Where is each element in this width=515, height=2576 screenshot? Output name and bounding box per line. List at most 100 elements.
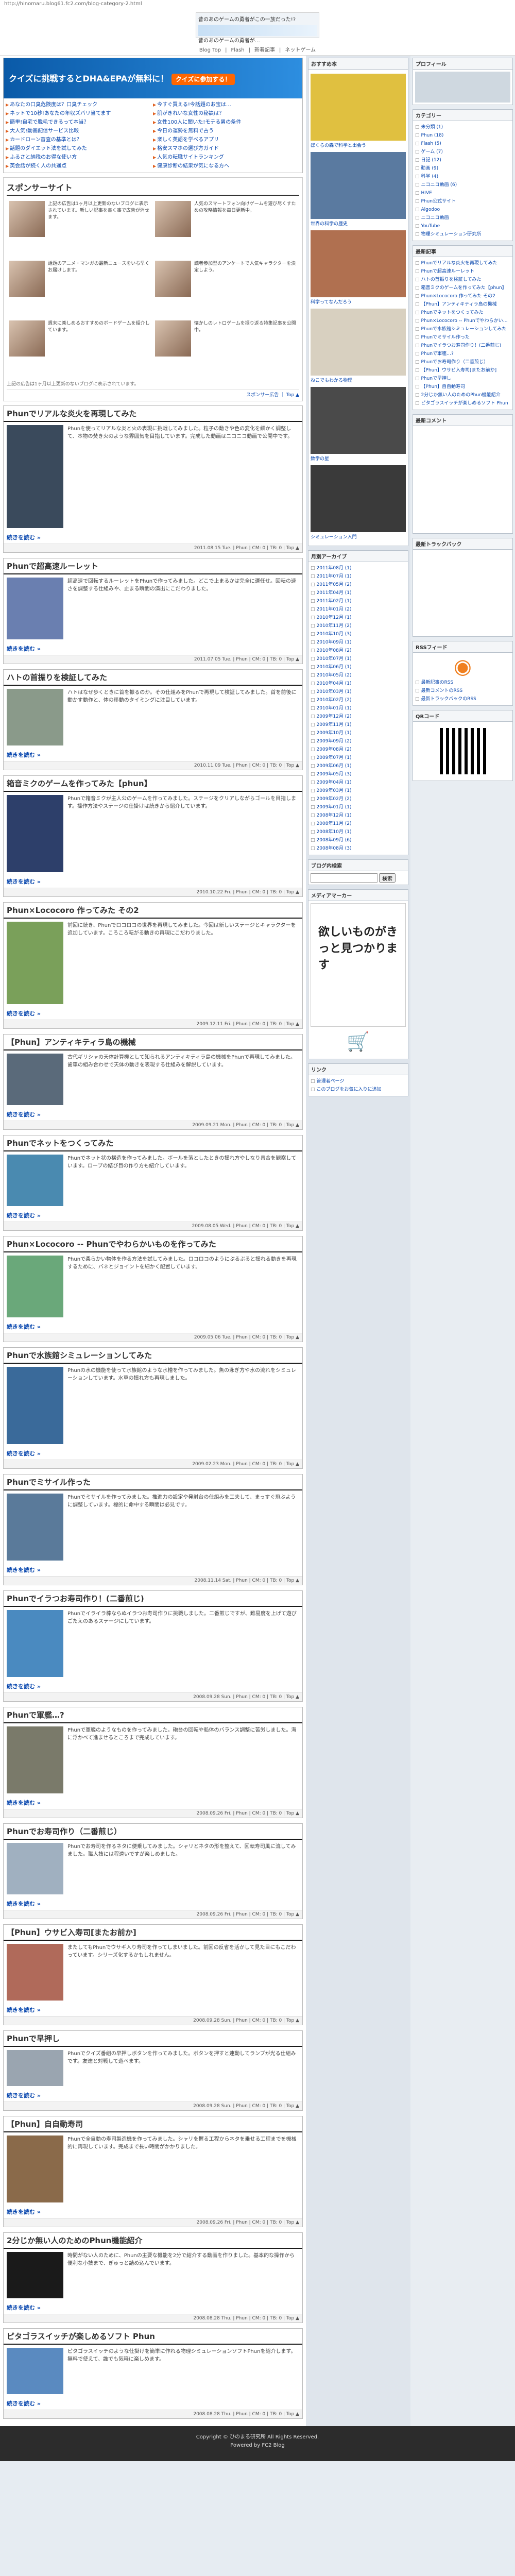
category-item[interactable]: Phun (18) [415,131,510,140]
header-banner[interactable]: 昔のあのゲームの勇者がこの一族だった!? 昔のあのゲームの勇者が… [196,12,319,44]
side-link[interactable]: YouTube [415,222,510,230]
book-cover[interactable] [311,309,406,376]
book-title[interactable]: シミュレーション入門 [311,534,406,540]
side-link[interactable]: Algodoo [415,206,510,214]
archive-item[interactable]: 2011年04月 (1) [311,589,406,597]
recent-post[interactable]: ピタゴラスイッチが楽しめるソフト Phun [415,399,510,408]
archive-item[interactable]: 2009年03月 (1) [311,787,406,795]
post-thumbnail[interactable] [7,2136,63,2202]
post-thumbnail[interactable] [7,1944,63,2001]
ad-cta-button[interactable]: クイズに参加する！ [171,74,235,85]
category-item[interactable]: Flash (5) [415,140,510,148]
post-title[interactable]: Phun×Lococoro -- Phunでやわらかいものを作ってみた [4,1236,302,1252]
sponsor-item[interactable]: 上記の広告は1ヶ月以上更新のないブログに表示されています。新しい記事を書く事で広… [7,199,153,259]
recent-post[interactable]: Phun×Lococoro -- Phunでやわらかいものを作ってみた [415,317,510,325]
post-thumbnail[interactable] [7,1256,63,1317]
recent-post[interactable]: Phunでネットをつくってみた [415,309,510,317]
post-title[interactable]: Phunで水族館シミュレーションしてみた [4,1348,302,1364]
archive-item[interactable]: 2009年07月 (1) [311,754,406,762]
rss-link[interactable]: 最新コメントのRSS [415,687,510,695]
ad-link[interactable]: 今日の運勢を無料で占う [153,127,300,135]
post-title[interactable]: 【Phun】ウサビ入寿司[またお前か] [4,1925,302,1941]
recent-post[interactable]: 【Phun】自自動寿司 [415,383,510,391]
ad-banner[interactable]: クイズに挑戦するとDHA&EPAが無料に！ クイズに参加する！ あなたの口臭危険… [3,58,303,173]
book-cover[interactable] [311,74,406,141]
side-link[interactable]: Phun公式サイト [415,197,510,206]
category-item[interactable]: 未分類 (1) [415,123,510,131]
post-thumbnail[interactable] [7,1494,63,1561]
book-cover[interactable] [311,387,406,454]
sponsor-item[interactable]: 読者参加型のアンケートで人気キャラクターを決定しよう。 [153,259,299,318]
ad-link[interactable]: 英会話が続く人の共通点 [6,162,153,171]
post-title[interactable]: Phunで軍艦…? [4,1707,302,1723]
archive-item[interactable]: 2010年04月 (1) [311,680,406,688]
post-thumbnail[interactable] [7,578,63,639]
side-link[interactable]: HIVE [415,189,510,197]
read-more-link[interactable]: 続きを読む » [4,749,302,761]
recent-post[interactable]: 【Phun】アンティキティラ島の機械 [415,300,510,309]
archive-item[interactable]: 2011年02月 (1) [311,597,406,605]
rss-link[interactable]: 最新トラックバックのRSS [415,695,510,703]
archive-item[interactable]: 2010年12月 (1) [311,614,406,622]
post-title[interactable]: 【Phun】アンティキティラ島の機械 [4,1035,302,1050]
archive-item[interactable]: 2009年11月 (1) [311,721,406,729]
link-item[interactable]: 管理者ページ [311,1077,406,1086]
ad-link[interactable]: 格安スマホの選び方ガイド [153,144,300,153]
side-link[interactable]: 物理シミュレーション研究所 [415,230,510,239]
sponsor-item[interactable]: 人気のスマートフォン向けゲームを遊び尽くすための攻略情報を毎日更新中。 [153,199,299,259]
post-thumbnail[interactable] [7,2252,63,2298]
book-cover[interactable] [311,230,406,297]
archive-item[interactable]: 2010年01月 (1) [311,704,406,713]
post-title[interactable]: ハトの首振りを検証してみた [4,670,302,686]
archive-item[interactable]: 2009年06月 (1) [311,762,406,770]
sponsor-item[interactable]: 懐かしのレトロゲームを振り返る特集記事を公開中。 [153,318,299,378]
book-title[interactable]: ぼくらの森で科学と出会う [311,143,406,149]
post-title[interactable]: Phunでイラつお寿司作り！(二番煎じ) [4,1591,302,1607]
ad-link[interactable]: あなたの口臭危険度は？口臭チェック [6,100,153,109]
read-more-link[interactable]: 続きを読む » [4,1209,302,1222]
recent-post[interactable]: 【Phun】ウサビ入寿司[またお前か] [415,366,510,375]
ad-link[interactable]: 女性100人に聞いた!モテる男の条件 [153,118,300,127]
post-thumbnail[interactable] [7,1054,63,1105]
post-title[interactable]: Phunでお寿司作り（二番煎じ） [4,1824,302,1840]
rss-icon[interactable]: ◉ [415,655,510,679]
archive-item[interactable]: 2009年01月 (1) [311,803,406,811]
post-thumbnail[interactable] [7,2050,63,2086]
post-thumbnail[interactable] [7,1367,63,1444]
category-item[interactable]: 科学 (4) [415,173,510,181]
rss-link[interactable]: 最新記事のRSS [415,679,510,687]
post-title[interactable]: Phunでリアルな炎火を再現してみた [4,406,302,422]
post-thumbnail[interactable] [7,1843,63,1894]
book-title[interactable]: 科学ってなんだろう [311,299,406,306]
sponsor-item[interactable]: 週末に楽しめるおすすめのボードゲームを紹介しています。 [7,318,153,378]
archive-item[interactable]: 2009年04月 (1) [311,778,406,787]
footer-powered[interactable]: Powered by FC2 Blog [0,2442,515,2450]
archive-item[interactable]: 2008年09月 (6) [311,836,406,844]
ad-link[interactable]: 大人気!動画配信サービス比較 [6,127,153,135]
archive-item[interactable]: 2009年12月 (2) [311,713,406,721]
nav-item[interactable]: 新着記事 [254,47,275,53]
archive-item[interactable]: 2008年12月 (1) [311,811,406,820]
post-thumbnail[interactable] [7,689,63,745]
post-thumbnail[interactable] [7,922,63,1004]
read-more-link[interactable]: 続きを読む » [4,1797,302,1809]
recent-post[interactable]: Phunでリアルな炎火を再現してみた [415,259,510,267]
post-title[interactable]: Phunでネットをつくってみた [4,1136,302,1151]
category-item[interactable]: 動画 (9) [415,164,510,173]
post-title[interactable]: Phun×Lococoro 作ってみた その2 [4,903,302,919]
read-more-link[interactable]: 続きを読む » [4,642,302,655]
nav-item[interactable]: ネットゲーム [285,47,316,53]
ad-link[interactable]: 健康診断の結果が気になる方へ [153,162,300,171]
ad-link[interactable]: カードローン審査の基準とは？ [6,135,153,144]
read-more-link[interactable]: 続きを読む » [4,2004,302,2016]
read-more-link[interactable]: 続きを読む » [4,1564,302,1576]
read-more-link[interactable]: 続きを読む » [4,1007,302,1020]
archive-item[interactable]: 2010年06月 (1) [311,663,406,671]
post-title[interactable]: 箱音ミクのゲームを作ってみた【phun】 [4,776,302,792]
sponsor-thumbnail[interactable] [155,261,191,297]
read-more-link[interactable]: 続きを読む » [4,531,302,544]
read-more-link[interactable]: 続きを読む » [4,1320,302,1333]
post-thumbnail[interactable] [7,795,63,872]
read-more-link[interactable]: 続きを読む » [4,2301,302,2314]
category-item[interactable]: 日記 (12) [415,156,510,164]
